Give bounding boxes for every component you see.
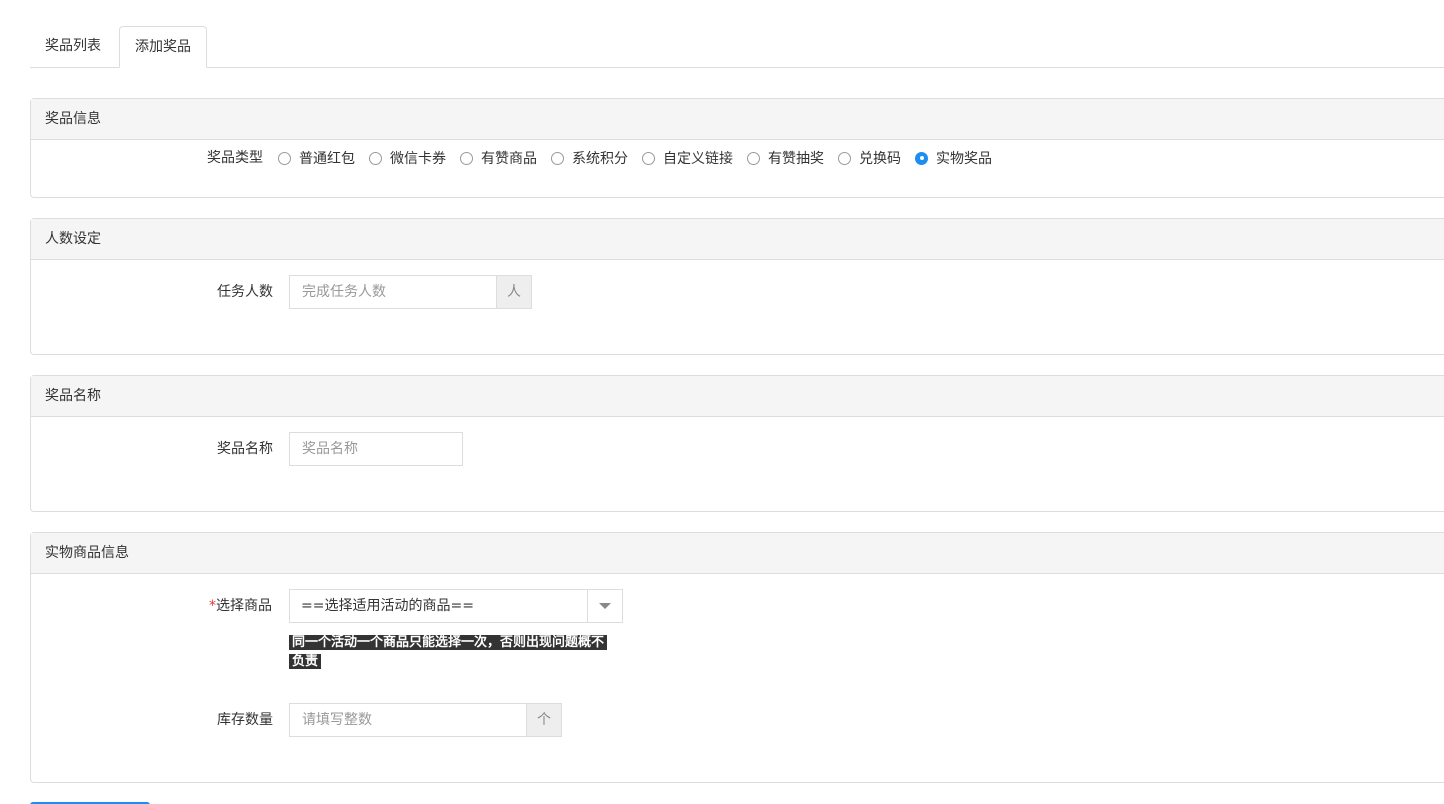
prize-type-radio-group: 普通红包 微信卡券 有赞商品 系统积分 自定义链接 有赞抽奖 兑换码 实物奖品 [278, 149, 1006, 167]
radio-circle-icon[interactable] [369, 151, 382, 165]
goods-select[interactable]: ==选择适用活动的商品== [289, 589, 623, 623]
radio-circle-icon[interactable] [838, 151, 851, 165]
prize-type-label: 奖品类型 [207, 150, 263, 166]
prize-name-label: 奖品名称 [217, 441, 273, 457]
stock-quantity-input[interactable] [289, 703, 527, 737]
select-goods-label-text: 选择商品 [216, 598, 272, 614]
radio-option-youzan-goods[interactable]: 有赞商品 [460, 148, 537, 168]
select-divider [587, 590, 588, 622]
radio-option-custom-link[interactable]: 自定义链接 [642, 148, 733, 168]
tab-add-prize[interactable]: 添加奖品 [119, 26, 207, 68]
radio-option-youzan-lottery[interactable]: 有赞抽奖 [747, 148, 824, 168]
radio-option-label: 微信卡券 [390, 151, 446, 167]
radio-circle-icon[interactable] [551, 151, 564, 165]
radio-option-wechat-coupon[interactable]: 微信卡券 [369, 148, 446, 168]
radio-circle-icon[interactable] [642, 151, 655, 165]
radio-option-redeem-code[interactable]: 兑换码 [838, 148, 901, 168]
radio-option-physical-prize[interactable]: 实物奖品 [915, 148, 992, 168]
select-goods-label: *选择商品 [209, 589, 272, 623]
prize-info-title: 奖品信息 [31, 99, 1444, 140]
task-people-label: 任务人数 [217, 284, 273, 300]
stock-quantity-label: 库存数量 [217, 712, 273, 728]
prize-name-title: 奖品名称 [31, 376, 1444, 417]
radio-option-label: 自定义链接 [663, 151, 733, 167]
people-unit-addon: 人 [497, 275, 532, 309]
radio-option-label: 普通红包 [299, 151, 355, 167]
task-people-input[interactable] [289, 275, 497, 309]
radio-option-normal-red-packet[interactable]: 普通红包 [278, 148, 355, 168]
people-setting-title: 人数设定 [31, 219, 1444, 260]
radio-option-label: 实物奖品 [936, 151, 992, 167]
radio-option-label: 有赞抽奖 [768, 151, 824, 167]
chevron-down-icon[interactable] [599, 603, 611, 609]
radio-option-label: 有赞商品 [481, 151, 537, 167]
prize-info-panel: 奖品信息 奖品类型 普通红包 微信卡券 有赞商品 系统积分 自定义链接 有赞抽奖… [30, 98, 1444, 198]
required-mark: * [209, 598, 216, 614]
tab-bar: 奖品列表 添加奖品 [30, 26, 1444, 68]
goods-warning-tip: 同一个活动一个商品只能选择一次，否则出现问题概不负责 [289, 633, 609, 671]
people-setting-panel: 人数设定 任务人数 人 [30, 218, 1444, 355]
goods-warning-text: 同一个活动一个商品只能选择一次，否则出现问题概不负责 [289, 635, 608, 669]
radio-circle-icon[interactable] [460, 151, 473, 165]
prize-name-panel: 奖品名称 奖品名称 [30, 375, 1444, 512]
tab-prize-list[interactable]: 奖品列表 [30, 26, 116, 68]
prize-name-input[interactable] [289, 432, 463, 466]
physical-goods-title: 实物商品信息 [31, 533, 1444, 574]
radio-option-system-points[interactable]: 系统积分 [551, 148, 628, 168]
radio-checked-icon[interactable] [915, 151, 928, 165]
radio-option-label: 兑换码 [859, 151, 901, 167]
stock-unit-addon: 个 [527, 703, 562, 737]
radio-option-label: 系统积分 [572, 151, 628, 167]
goods-select-value: ==选择适用活动的商品== [301, 598, 474, 614]
physical-goods-panel: 实物商品信息 *选择商品 ==选择适用活动的商品== 同一个活动一个商品只能选择… [30, 532, 1444, 783]
radio-circle-icon[interactable] [278, 151, 291, 165]
radio-circle-icon[interactable] [747, 151, 760, 165]
